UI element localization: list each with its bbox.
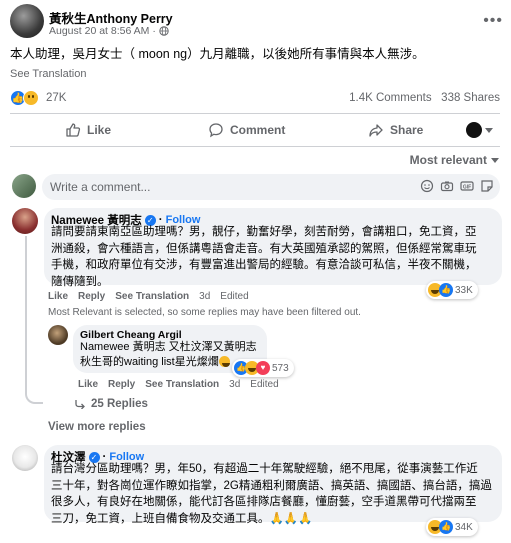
share-icon bbox=[369, 124, 383, 137]
comment-placeholder: Write a comment... bbox=[50, 180, 151, 194]
see-translation-link[interactable]: See Translation bbox=[10, 68, 86, 80]
divider bbox=[10, 113, 500, 114]
sort-comments-dropdown[interactable]: Most relevant bbox=[410, 153, 499, 167]
comment-reply-button[interactable]: Reply bbox=[108, 379, 135, 390]
reactions-summary: 👍 27K 1.4K Comments 338 Shares bbox=[10, 90, 500, 108]
write-comment-row: Write a comment... GIF bbox=[12, 174, 500, 200]
comment-actions: Like Reply See Translation 3d Edited bbox=[48, 291, 249, 302]
thread-line bbox=[25, 236, 43, 404]
comment-text: 請台灣分區助理嗎？男，年50，有超過二十年駕駛經驗，絕不甩尾，從事演藝工作近 三… bbox=[51, 463, 492, 525]
comment-edited-label: Edited bbox=[250, 379, 279, 390]
post-header: 黃秋生Anthony Perry August 20 at 8:56 AM · … bbox=[10, 4, 505, 40]
commenter-avatar[interactable] bbox=[12, 208, 38, 234]
like-label: Like bbox=[87, 123, 112, 137]
comment-button[interactable]: Comment bbox=[208, 122, 285, 138]
comment-input-tools: GIF bbox=[420, 179, 494, 193]
comment-like-button[interactable]: Like bbox=[78, 379, 98, 390]
self-avatar[interactable] bbox=[12, 174, 36, 198]
share-button[interactable]: Share bbox=[368, 122, 423, 138]
laughing-emoji-icon bbox=[218, 356, 230, 367]
post-text: 本人助理，吳月女士（ moon ng）九月離職，以後她所有事情與本人無涉。 bbox=[10, 47, 425, 61]
post-meta: August 20 at 8:56 AM · bbox=[49, 25, 169, 37]
reaction-icons[interactable]: 👍 bbox=[10, 90, 39, 106]
share-label: Share bbox=[390, 123, 424, 137]
replies-count: 25 Replies bbox=[91, 398, 148, 410]
commenter-avatar[interactable] bbox=[48, 325, 68, 345]
more-options-icon[interactable]: ••• bbox=[483, 12, 503, 30]
comment-text: 請問要請東南亞區助理嗎？男，靚仔，勤奮好學，刻苦耐勞，會講粗口，免工資，亞 洲通… bbox=[51, 226, 477, 288]
commenter-avatar[interactable] bbox=[12, 445, 38, 471]
shares-count[interactable]: 338 Shares bbox=[441, 92, 500, 104]
comment-bubble: Namewee 黃明志 ✓ · Follow 請問要請東南亞區助理嗎？男，靚仔，… bbox=[44, 208, 502, 288]
comment-reaction-count: 573 bbox=[272, 362, 289, 374]
view-more-replies-link[interactable]: View more replies bbox=[48, 421, 146, 433]
comment-reaction-count: 33K bbox=[455, 284, 473, 296]
comment-age[interactable]: 3d bbox=[199, 291, 210, 302]
comment-age[interactable]: 3d bbox=[229, 379, 240, 390]
wow-reaction-icon bbox=[23, 90, 39, 106]
comments-count[interactable]: 1.4K Comments bbox=[349, 92, 431, 104]
love-reaction-icon: ♥ bbox=[256, 361, 270, 375]
gif-icon[interactable]: GIF bbox=[460, 179, 474, 193]
reaction-count[interactable]: 27K bbox=[46, 92, 66, 104]
comment-actions: Like Reply See Translation 3d Edited bbox=[78, 379, 279, 390]
comment-edited-label: Edited bbox=[220, 291, 249, 302]
divider bbox=[10, 146, 500, 147]
comment-label: Comment bbox=[230, 123, 286, 137]
comment-reactions[interactable]: 👍 33K bbox=[426, 281, 478, 299]
post-timestamp[interactable]: August 20 at 8:56 AM bbox=[49, 25, 149, 37]
chevron-down-icon bbox=[485, 127, 493, 133]
comment: Namewee 黃明志 ✓ · Follow 請問要請東南亞區助理嗎？男，靚仔，… bbox=[12, 208, 502, 304]
reply-comment: Gilbert Cheang Argil Namewee 黃明志 又杜汶澤又黃明… bbox=[48, 325, 348, 395]
like-reaction-icon: 👍 bbox=[439, 520, 453, 534]
comment-like-button[interactable]: Like bbox=[48, 291, 68, 302]
comment-reaction-count: 34K bbox=[455, 521, 473, 533]
comment-input[interactable]: Write a comment... GIF bbox=[42, 174, 500, 200]
engagement-counts: 1.4K Comments 338 Shares bbox=[349, 92, 500, 104]
post-actions: Like Comment Share bbox=[10, 116, 500, 144]
smiley-icon[interactable] bbox=[420, 179, 434, 193]
filter-note: Most Relevant is selected, so some repli… bbox=[48, 307, 361, 318]
comment-reply-button[interactable]: Reply bbox=[78, 291, 105, 302]
comment-icon bbox=[209, 123, 223, 138]
comment-bubble: 杜汶澤 ✓ · Follow 請台灣分區助理嗎？男，年50，有超過二十年駕駛經驗… bbox=[44, 445, 502, 525]
view-replies-link[interactable]: 25 Replies bbox=[74, 398, 148, 410]
sticker-icon[interactable] bbox=[480, 179, 494, 193]
globe-icon bbox=[159, 26, 169, 36]
svg-text:GIF: GIF bbox=[463, 184, 471, 190]
comment: 杜汶澤 ✓ · Follow 請台灣分區助理嗎？男，年50，有超過二十年駕駛經驗… bbox=[12, 445, 502, 543]
post-as-selector[interactable] bbox=[466, 122, 493, 138]
thumbs-up-icon bbox=[66, 123, 81, 137]
like-button[interactable]: Like bbox=[65, 122, 111, 138]
chevron-down-icon bbox=[491, 157, 499, 163]
comment-reactions[interactable]: 👍 ♥ 573 bbox=[232, 359, 294, 377]
poster-avatar[interactable] bbox=[10, 4, 44, 38]
sort-label: Most relevant bbox=[409, 153, 487, 167]
comment-see-translation[interactable]: See Translation bbox=[115, 291, 189, 302]
comment-reactions[interactable]: 👍 34K bbox=[426, 518, 478, 536]
camera-icon[interactable] bbox=[440, 179, 454, 193]
like-reaction-icon: 👍 bbox=[439, 283, 453, 297]
reply-arrow-icon bbox=[75, 400, 85, 409]
viewer-avatar bbox=[466, 122, 482, 138]
comment-see-translation[interactable]: See Translation bbox=[145, 379, 219, 390]
